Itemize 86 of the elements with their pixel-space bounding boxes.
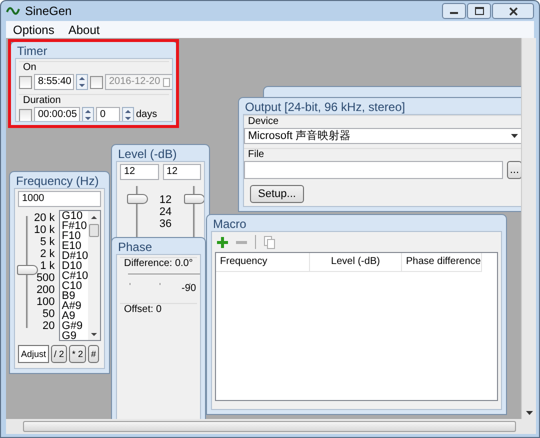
frequency-button[interactable]: # [88,345,100,363]
field-value: 00:00:05 [38,109,77,121]
plus-icon[interactable] [217,236,228,248]
checkbox[interactable] [19,108,32,121]
slider-thumb[interactable] [17,264,38,275]
scale-label: 100 [35,296,55,308]
level-field[interactable]: 12 [162,164,201,180]
list-item[interactable]: G9 [62,331,88,340]
slider-thumb[interactable] [127,194,148,204]
group-label: Offset: 0 [124,304,163,316]
time-field[interactable]: 8:55:40 [34,74,74,90]
list-item[interactable]: B9 [62,291,88,301]
field-value: 2016-12-20 [109,76,160,88]
frequency-field[interactable]: 1000 [18,191,101,207]
list-item[interactable]: E10 [62,241,88,251]
scale-label: 12 [159,194,172,206]
list-item[interactable]: C#10 [62,271,88,281]
slider-thumb[interactable] [184,194,204,204]
device-dropdown[interactable]: Microsoft 声音映射器 [244,128,521,144]
panel-title: Frequency (Hz) [15,173,100,188]
group-label: Difference: 0.0° [124,258,194,270]
scale-label: 36 [159,218,172,230]
file-field[interactable] [244,161,503,179]
scale-label: 1 k [39,260,55,272]
horizontal-scrollbar[interactable] [6,419,536,434]
caret-icon [511,134,518,138]
panel-title: Macro [212,216,248,231]
duration-field[interactable]: 00:00:05 [34,107,80,121]
sine-wave-icon [6,6,20,16]
frequency-button[interactable]: / 2 [51,345,68,363]
dropdown-value: Microsoft 声音映射器 [248,130,351,142]
tick-label: -90 [180,283,197,295]
list-item[interactable]: G10 [62,211,88,221]
column-header[interactable]: Frequency [216,253,310,272]
vertical-scrollbar[interactable] [521,38,536,419]
list-item[interactable]: C10 [62,281,88,291]
minimize-button[interactable] [442,3,466,19]
list-item[interactable]: A#9 [62,301,88,311]
panel-title: Timer [16,43,48,58]
scale-label: 24 [159,206,172,218]
window-title: SineGen [25,5,72,17]
column-header[interactable]: Phase difference [402,253,482,272]
setup-button[interactable]: Setup... [250,185,304,203]
scale-label: 10 k [34,224,55,236]
group-label: Duration [23,95,62,107]
list-item[interactable]: F#10 [62,221,88,231]
scroll-down-icon [526,411,533,415]
list-item[interactable]: D10 [62,261,88,271]
checkbox[interactable] [90,76,103,88]
frequency-button[interactable]: * 2 [69,345,86,363]
menu-item[interactable]: About [68,24,100,36]
field-value: 0 [100,109,106,121]
checkbox[interactable] [19,76,32,88]
level-field[interactable]: 12 [120,164,158,180]
scale-label: 2 k [39,248,55,260]
list-item[interactable]: F10 [62,231,88,241]
maximize-icon [474,7,484,15]
panel-title: Output [24-bit, 96 kHz, stereo] [244,99,406,114]
menu-item[interactable]: Options [13,24,54,36]
list-item[interactable]: G#9 [62,321,88,331]
list-item[interactable]: A9 [62,311,88,321]
unit-label: days [136,109,158,121]
list-item[interactable]: D#10 [62,251,88,261]
maximize-button[interactable] [467,3,491,19]
scale-label: 500 [35,272,55,284]
field-label: Device [248,116,280,128]
field-label: File [248,149,266,161]
group-label: On [23,62,38,74]
close-button[interactable] [492,3,534,19]
column-header[interactable]: Level (-dB) [310,253,402,272]
scale-label: 200 [35,284,55,296]
panel-title: Level (-dB) [117,146,178,161]
days-field[interactable]: 0 [96,107,120,121]
spinner-icon[interactable] [82,107,94,121]
scale-label: 50 [42,308,55,320]
frequency-button[interactable]: Adjust [18,345,50,363]
note-list[interactable]: G10 F#10 F10 E10 D#10 D10 C#10 C10 B9 A#9 A9 G#9 G9 [58,210,101,341]
scale-label: 5 k [39,236,55,248]
browse-button[interactable]: ... [506,161,521,179]
scale-label: 20 k [34,212,55,224]
spinner-icon[interactable] [122,107,134,121]
panel-title: Phase [117,239,154,254]
field-value: 8:55:40 [38,76,72,88]
spinner-icon[interactable] [76,74,88,90]
scale-label: 20 [42,320,55,332]
close-icon [508,6,518,16]
